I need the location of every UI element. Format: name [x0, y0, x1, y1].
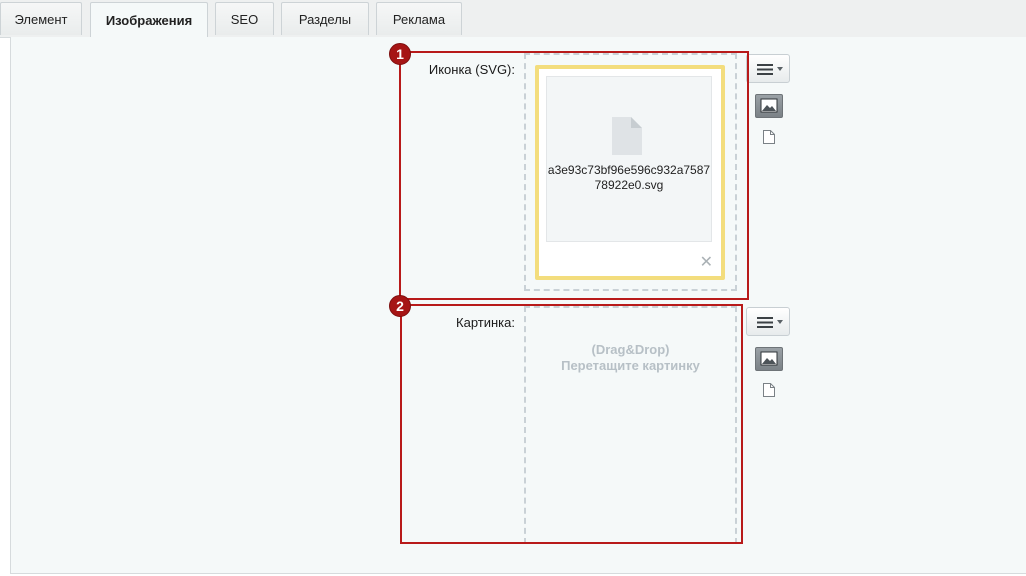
document-icon[interactable]: [763, 130, 775, 144]
icon-menu-button[interactable]: [746, 54, 790, 83]
tab-ads[interactable]: Реклама: [376, 2, 462, 35]
tab-bar: Элемент Изображения SEO Разделы Реклама: [0, 0, 1026, 38]
hamburger-menu-icon: [757, 64, 783, 75]
image-icon: [760, 351, 778, 366]
annotation-badge-1: 1: [389, 43, 411, 65]
document-icon[interactable]: [763, 383, 775, 397]
icon-image-button[interactable]: [755, 94, 783, 118]
tab-seo[interactable]: SEO: [215, 2, 274, 35]
tab-images[interactable]: Изображения: [90, 2, 208, 38]
annotation-badge-2: 2: [389, 295, 411, 317]
image-icon: [760, 98, 778, 113]
annotation-box-1: [399, 51, 749, 300]
hamburger-menu-icon: [757, 317, 783, 328]
tab-element[interactable]: Элемент: [0, 2, 82, 35]
annotation-box-2: [400, 304, 743, 544]
picture-menu-button[interactable]: [746, 307, 790, 336]
picture-image-button[interactable]: [755, 347, 783, 371]
tab-sections[interactable]: Разделы: [281, 2, 369, 35]
